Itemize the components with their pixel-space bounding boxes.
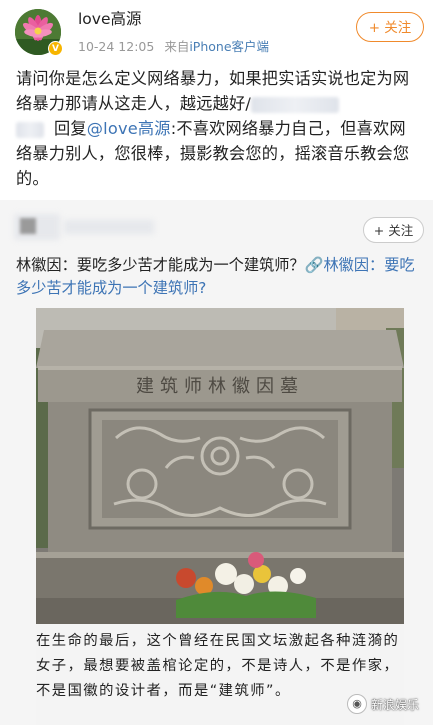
redacted-blur: [251, 96, 340, 113]
post-text-part1: 请问你是怎么定义网络暴力，如果把实话实说也定为网络暴力那请从这走人，越远越好/: [16, 69, 410, 113]
post-date: 10-24 12:05: [78, 39, 155, 54]
redacted-blur: [20, 218, 36, 234]
quoted-post[interactable]: + 关注 林徽因：要吃多少苦才能成为一个建筑师？🔗林徽因：要吃多少苦才能成为一个…: [0, 200, 433, 725]
tomb-photo[interactable]: 建筑师林徽因墓: [36, 308, 404, 624]
weibo-post: V love高源 10-24 12:05 来自iPhone客户端 + 关注 请问…: [0, 0, 433, 196]
quoted-text-plain: 林徽因：要吃多少苦才能成为一个建筑师？: [16, 256, 305, 274]
redacted-blur: [16, 121, 44, 138]
tomb-inscription: 建筑师林徽因墓: [136, 376, 304, 397]
quoted-follow-button[interactable]: + 关注: [363, 217, 424, 243]
tomb-photo-image: 建筑师林徽因墓: [36, 308, 404, 624]
post-source-device[interactable]: iPhone客户端: [189, 39, 269, 54]
quoted-user-avatar[interactable]: [14, 210, 60, 256]
reply-mention-link[interactable]: @love高源: [87, 119, 171, 138]
verified-badge-icon: V: [48, 41, 63, 56]
reply-prefix: 回复: [54, 119, 87, 138]
watermark-text: 新浪娱乐: [371, 697, 420, 712]
redacted-username-blur: [64, 220, 154, 234]
quoted-text: 林徽因：要吃多少苦才能成为一个建筑师？🔗林徽因：要吃多少苦才能成为一个建筑师?: [16, 254, 421, 300]
post-body: 请问你是怎么定义网络暴力，如果把实话实说也定为网络暴力那请从这走人，越远越好/回…: [16, 66, 420, 191]
post-username[interactable]: love高源: [78, 7, 142, 29]
sina-eye-icon: ◉: [347, 694, 367, 714]
post-meta: 10-24 12:05 来自iPhone客户端: [78, 36, 269, 55]
post-source-prefix: 来自: [164, 39, 190, 54]
sina-watermark: ◉ 新浪娱乐: [347, 693, 419, 715]
follow-button[interactable]: + 关注: [356, 12, 424, 42]
